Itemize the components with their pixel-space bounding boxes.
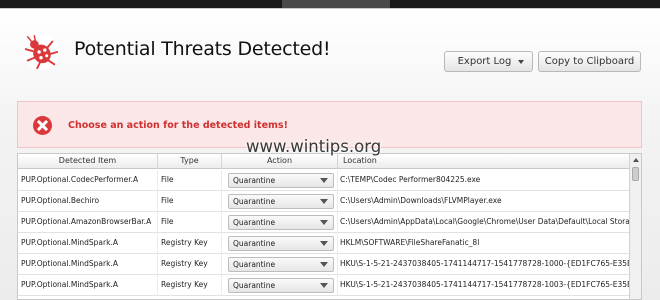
chevron-down-icon bbox=[320, 241, 328, 246]
detected-item-cell: PUP.Optional.MindSpark.A bbox=[18, 233, 158, 254]
action-select-value: Quarantine bbox=[233, 239, 276, 248]
table-row[interactable]: PUP.Optional.MindSpark.A Registry Key Qu… bbox=[18, 254, 630, 275]
error-circle-icon bbox=[33, 116, 52, 135]
action-select-value: Quarantine bbox=[233, 218, 276, 227]
action-select-value: Quarantine bbox=[233, 197, 276, 206]
table-row[interactable]: PUP.Optional.MindSpark.A Registry Key Qu… bbox=[18, 233, 630, 254]
copy-to-clipboard-button[interactable]: Copy to Clipboard bbox=[538, 51, 641, 72]
action-select[interactable]: Quarantine bbox=[228, 236, 334, 251]
location-cell: HKLM\SOFTWARE\FileShareFanatic_8l bbox=[338, 233, 630, 254]
action-select[interactable]: Quarantine bbox=[228, 278, 334, 293]
top-bar-tab bbox=[282, 0, 390, 8]
action-cell: Quarantine bbox=[222, 254, 338, 275]
table-scrollbar[interactable] bbox=[629, 154, 641, 299]
chevron-down-icon bbox=[320, 262, 328, 267]
type-cell: Registry Key bbox=[158, 233, 222, 254]
watermark-text: www.wintips.org bbox=[246, 137, 382, 156]
location-cell: HKU\S-1-5-21-2437038405-1741144717-15417… bbox=[338, 254, 630, 275]
type-cell: File bbox=[158, 191, 222, 212]
action-select-value: Quarantine bbox=[233, 260, 276, 269]
location-cell: C:\Users\Admin\Downloads\FLVMPlayer.exe bbox=[338, 191, 630, 212]
action-cell: Quarantine bbox=[222, 275, 338, 296]
table-row[interactable]: PUP.Optional.CodecPerformer.A File Quara… bbox=[18, 170, 630, 191]
chevron-down-icon bbox=[320, 283, 328, 288]
action-cell: Quarantine bbox=[222, 191, 338, 212]
detected-item-cell: PUP.Optional.Bechiro bbox=[18, 191, 158, 212]
scrollbar-thumb[interactable] bbox=[632, 167, 639, 181]
detected-item-cell: PUP.Optional.AmazonBrowserBar.A bbox=[18, 212, 158, 233]
chevron-down-icon bbox=[518, 60, 524, 64]
chevron-down-icon bbox=[320, 178, 328, 183]
scroll-up-icon[interactable] bbox=[633, 158, 639, 162]
table-row[interactable]: PUP.Optional.AmazonBrowserBar.A File Qua… bbox=[18, 212, 630, 233]
action-select[interactable]: Quarantine bbox=[228, 257, 334, 272]
column-header-detected-item[interactable]: Detected Item bbox=[18, 154, 158, 169]
column-header-location[interactable]: Location bbox=[338, 154, 630, 169]
type-cell: File bbox=[158, 170, 222, 191]
action-cell: Quarantine bbox=[222, 212, 338, 233]
bug-icon bbox=[22, 33, 60, 71]
table-header: Detected Item Type Action Location bbox=[18, 154, 630, 169]
detected-items-table: Detected Item Type Action Location PUP.O… bbox=[17, 153, 642, 300]
action-cell: Quarantine bbox=[222, 233, 338, 254]
location-cell: HKU\S-1-5-21-2437038405-1741144717-15417… bbox=[338, 275, 630, 296]
type-cell: Registry Key bbox=[158, 275, 222, 296]
action-select[interactable]: Quarantine bbox=[228, 194, 334, 209]
chevron-down-icon bbox=[320, 220, 328, 225]
type-cell: Registry Key bbox=[158, 254, 222, 275]
detected-item-cell: PUP.Optional.MindSpark.A bbox=[18, 275, 158, 296]
location-cell: C:\TEMP\Codec Performer804225.exe bbox=[338, 170, 630, 191]
table-row[interactable]: PUP.Optional.MindSpark.A Registry Key Qu… bbox=[18, 275, 630, 296]
detected-item-cell: PUP.Optional.CodecPerformer.A bbox=[18, 170, 158, 191]
location-cell: C:\Users\Admin\AppData\Local\Google\Chro… bbox=[338, 212, 630, 233]
chevron-down-icon bbox=[320, 199, 328, 204]
table-row[interactable]: PUP.Optional.Bechiro File Quarantine C:\… bbox=[18, 191, 630, 212]
type-cell: File bbox=[158, 212, 222, 233]
action-select-value: Quarantine bbox=[233, 281, 276, 290]
action-select-value: Quarantine bbox=[233, 176, 276, 185]
page-title: Potential Threats Detected! bbox=[74, 38, 331, 60]
column-header-type[interactable]: Type bbox=[158, 154, 222, 169]
action-select[interactable]: Quarantine bbox=[228, 215, 334, 230]
alert-message: Choose an action for the detected items! bbox=[68, 120, 288, 131]
window-top-bar bbox=[0, 0, 660, 9]
export-log-label: Export Log bbox=[457, 56, 512, 67]
action-select[interactable]: Quarantine bbox=[228, 173, 334, 188]
detected-item-cell: PUP.Optional.MindSpark.A bbox=[18, 254, 158, 275]
export-log-button[interactable]: Export Log bbox=[444, 51, 533, 72]
action-cell: Quarantine bbox=[222, 170, 338, 191]
column-header-action[interactable]: Action bbox=[222, 154, 338, 169]
copy-to-clipboard-label: Copy to Clipboard bbox=[544, 56, 635, 67]
